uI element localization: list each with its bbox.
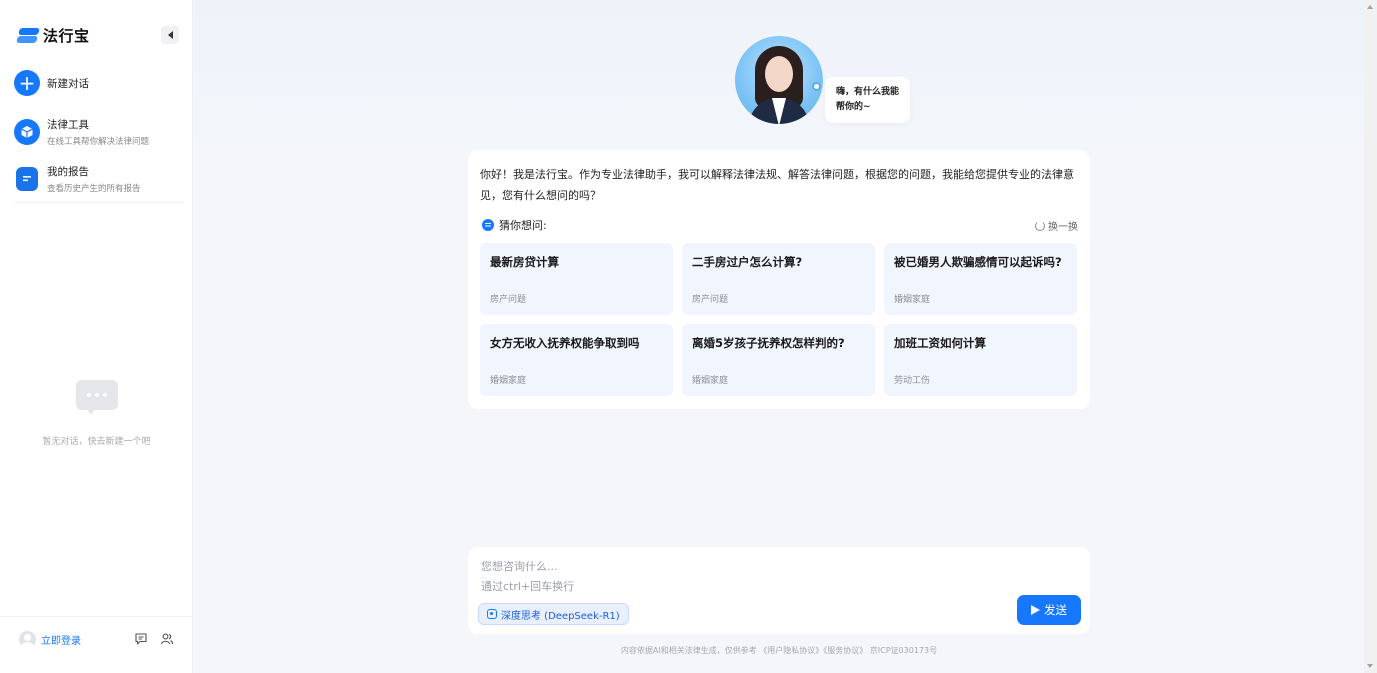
input-hint: 通过ctrl+回车换行 — [481, 580, 575, 593]
suggestion-tag: 房产问题 — [490, 295, 527, 305]
assistant-avatar — [735, 36, 823, 124]
suggestion-card[interactable]: 加班工资如何计算 劳动工伤 — [884, 324, 1077, 396]
suggestions-label: 猜你想问: — [499, 219, 547, 232]
refresh-suggestions-button[interactable]: 换一换 — [1035, 218, 1078, 233]
suggestion-tag: 婚姻家庭 — [894, 295, 931, 305]
suggestion-tag: 婚姻家庭 — [692, 376, 729, 386]
suggestion-card[interactable]: 女方无收入抚养权能争取到吗 婚姻家庭 — [480, 324, 673, 396]
suggestion-title: 加班工资如何计算 — [894, 336, 986, 350]
deepthink-icon — [487, 609, 497, 619]
suggestion-title: 女方无收入抚养权能争取到吗 — [490, 336, 640, 350]
suggestion-card[interactable]: 被已婚男人欺骗感情可以起诉吗? 婚姻家庭 — [884, 243, 1077, 315]
suggestion-tag: 婚姻家庭 — [490, 376, 527, 386]
send-label: 发送 — [1044, 603, 1067, 617]
sidebar-divider — [14, 202, 184, 203]
greeting-bubble: 嗨，有什么我能帮你的~ — [825, 77, 910, 123]
sidebar-item-title: 我的报告 — [47, 166, 89, 178]
online-dot — [812, 82, 821, 91]
deep-think-toggle[interactable]: 深度思考 (DeepSeek-R1) — [478, 603, 629, 625]
login-label: 立即登录 — [41, 636, 81, 647]
suggestion-title: 二手房过户怎么计算? — [692, 255, 803, 269]
suggestion-card[interactable]: 最新房贷计算 房产问题 — [480, 243, 673, 315]
user-icon — [19, 631, 36, 648]
refresh-label: 换一换 — [1048, 222, 1078, 233]
empty-text: 暂无对话，快去新建一个吧 — [42, 437, 151, 447]
refresh-icon — [1035, 220, 1045, 231]
send-icon — [1031, 605, 1040, 615]
suggestion-card[interactable]: 离婚5岁孩子抚养权怎样判的? 婚姻家庭 — [682, 324, 875, 396]
app-logo[interactable]: 法行宝 — [16, 25, 90, 46]
suggestion-tag: 房产问题 — [692, 295, 729, 305]
suggestion-title: 被已婚男人欺骗感情可以起诉吗? — [894, 255, 1062, 269]
welcome-card: 你好！我是法行宝。作为专业法律助手，我可以解释法律法规、解答法律问题，根据您的问… — [468, 150, 1090, 409]
cube-icon — [14, 119, 40, 145]
sidebar-item-legal-tools[interactable]: 法律工具 在线工具帮你解决法律问题 — [14, 117, 149, 147]
sidebar: 法行宝 + 新建对话 法律工具 在线工具帮你解决法律问题 我的报告 查看历史产生… — [0, 0, 193, 673]
suggestion-title: 最新房贷计算 — [490, 255, 559, 269]
plus-icon: + — [14, 70, 40, 96]
feedback-icon[interactable] — [134, 632, 148, 646]
suggestion-card[interactable]: 二手房过户怎么计算? 房产问题 — [682, 243, 875, 315]
collapse-icon — [167, 31, 173, 39]
intro-text: 你好！我是法行宝。作为专业法律助手，我可以解释法律法规、解答法律问题，根据您的问… — [480, 168, 1074, 202]
logo-icon — [16, 27, 40, 44]
suggestion-title: 离婚5岁孩子抚养权怎样判的? — [692, 336, 845, 350]
chat-input[interactable]: 您想咨询什么... 通过ctrl+回车换行 深度思考 (DeepSeek-R1)… — [468, 547, 1090, 634]
sidebar-item-title: 法律工具 — [47, 119, 89, 131]
suggestions-header: 猜你想问: — [482, 217, 547, 233]
sidebar-item-subtitle: 查看历史产生的所有报告 — [47, 184, 141, 194]
new-chat-label: 新建对话 — [47, 77, 89, 90]
sidebar-footer: 立即登录 — [0, 616, 193, 673]
page-scrollbar[interactable] — [1364, 0, 1377, 673]
sidebar-item-subtitle: 在线工具帮你解决法律问题 — [47, 137, 150, 147]
app-name: 法行宝 — [43, 27, 90, 45]
report-icon — [16, 167, 38, 191]
collapse-sidebar-button[interactable] — [161, 26, 179, 44]
contacts-icon[interactable] — [160, 632, 174, 646]
chat-bubble-icon — [75, 380, 118, 416]
list-icon — [482, 219, 494, 231]
input-placeholder: 您想咨询什么... — [481, 560, 558, 573]
sidebar-item-my-reports[interactable]: 我的报告 查看历史产生的所有报告 — [14, 164, 141, 194]
suggestion-tag: 劳动工伤 — [894, 376, 931, 386]
footer-disclaimer: 内容依据AI和相关法律生成，仅供参考 《用户隐私协议》《服务协议》 京ICP证0… — [620, 646, 938, 655]
login-button[interactable]: 立即登录 — [19, 631, 81, 648]
empty-conversations: 暂无对话，快去新建一个吧 — [0, 380, 193, 447]
send-button[interactable]: 发送 — [1017, 595, 1081, 625]
new-chat-button[interactable]: + 新建对话 — [14, 70, 89, 96]
deep-think-label: 深度思考 (DeepSeek-R1) — [501, 610, 620, 622]
